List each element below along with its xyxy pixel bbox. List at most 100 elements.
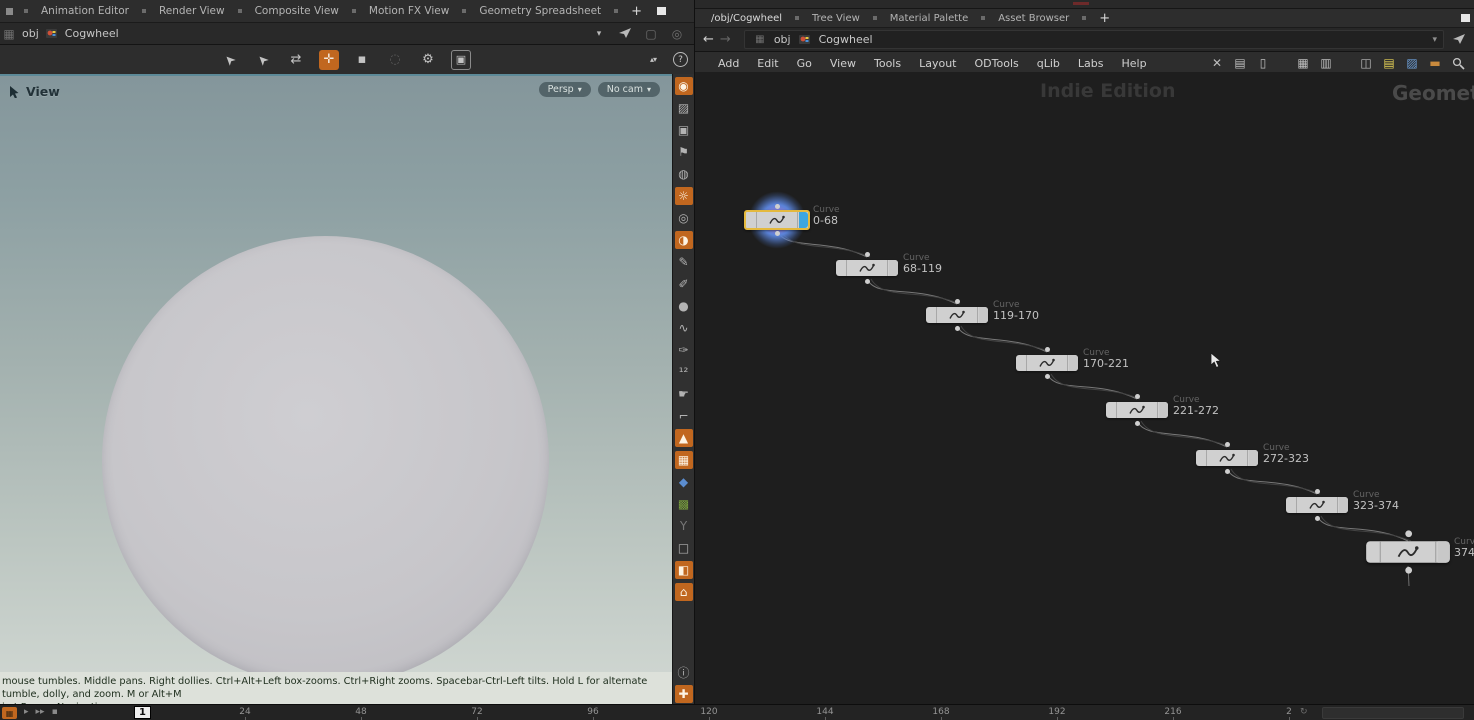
transport-icon[interactable]: ▪	[52, 707, 58, 717]
lock-camera-icon[interactable]: ▣	[675, 121, 693, 139]
tab-asset-browser[interactable]: Asset Browser	[990, 10, 1077, 27]
tab-motion-fx-view[interactable]: Motion FX View	[361, 2, 457, 20]
node-output-connector[interactable]	[775, 231, 780, 236]
render-flipbook-icon[interactable]: ⚙	[418, 50, 438, 70]
display-flag[interactable]	[799, 212, 808, 228]
search-icon[interactable]	[1450, 55, 1466, 71]
node-input-connector[interactable]	[865, 252, 870, 257]
render-view-icon[interactable]: ▣	[451, 50, 471, 70]
no-cam-badge[interactable]: No cam▾	[598, 82, 660, 97]
menu-add[interactable]: Add	[709, 55, 748, 72]
view-tool-icon[interactable]: ◉	[675, 77, 693, 95]
network-canvas[interactable]: Indie Edition Geometry Curve0-68 Curve68…	[695, 72, 1474, 704]
node-output-connector[interactable]	[1225, 469, 1230, 474]
timeline-bar[interactable]: ▦ ▸▸▸▪ 1 244872961201441681922162 ↻	[0, 704, 1474, 720]
pin-icon[interactable]	[616, 25, 634, 43]
light-icon[interactable]: ☼	[675, 187, 693, 205]
frame-icon[interactable]: □	[675, 539, 693, 557]
select-brush-icon[interactable]: ✐	[675, 275, 693, 293]
tab-animation-editor[interactable]: Animation Editor	[33, 2, 137, 20]
curve-node-170-221[interactable]	[1016, 355, 1078, 371]
back-arrow-icon[interactable]: ←	[703, 32, 714, 47]
new-tab-button[interactable]: +	[623, 4, 650, 19]
curve-node-272-323[interactable]	[1196, 450, 1258, 466]
persp-badge[interactable]: Persp▾	[539, 82, 591, 97]
menu-odtools[interactable]: ODTools	[966, 55, 1028, 72]
curve-node-0-68[interactable]	[744, 210, 810, 230]
pane-maximize-icon[interactable]	[657, 7, 666, 15]
box-display-icon[interactable]: ▪	[352, 50, 372, 70]
tab-obj-cogwheel[interactable]: /obj/Cogwheel	[703, 10, 790, 27]
hand-icon[interactable]: ☛	[675, 385, 693, 403]
select-loop-icon[interactable]: ✎	[675, 253, 693, 271]
display-flag[interactable]	[1438, 541, 1450, 563]
snapshot-camera-icon[interactable]: ▢	[642, 25, 660, 43]
node-input-connector[interactable]	[955, 299, 960, 304]
display-flag[interactable]	[1339, 497, 1348, 513]
tab-render-view[interactable]: Render View	[151, 2, 233, 20]
normals-icon[interactable]: ◆	[675, 473, 693, 491]
display-flag[interactable]	[1069, 355, 1078, 371]
display-flag[interactable]	[1159, 402, 1168, 418]
node-input-connector[interactable]	[1045, 347, 1050, 352]
breadcrumb-root[interactable]: obj	[774, 33, 791, 46]
points-display-icon[interactable]: ●	[675, 297, 693, 315]
timeline-menu-button[interactable]: ▦	[2, 707, 17, 719]
curve-display-icon[interactable]: ∿	[675, 319, 693, 337]
breadcrumb-node[interactable]: Cogwheel	[65, 27, 119, 40]
uv-checker-icon[interactable]: ▦	[675, 451, 693, 469]
menu-view[interactable]: View	[821, 55, 865, 72]
menu-edit[interactable]: Edit	[748, 55, 787, 72]
panes-icon[interactable]: ◫	[1358, 55, 1374, 71]
pane-maximize-icon[interactable]	[1461, 14, 1470, 22]
curve-node-374-425[interactable]	[1366, 541, 1450, 563]
pen-icon[interactable]: ✑	[675, 341, 693, 359]
display-flag[interactable]	[1249, 450, 1258, 466]
breadcrumb-root[interactable]: obj	[22, 27, 39, 40]
terrain-icon[interactable]: ▲	[675, 429, 693, 447]
sphere-geometry[interactable]	[102, 236, 549, 674]
transport-icon[interactable]: ▸	[24, 707, 29, 717]
grid-icon[interactable]: ▩	[675, 495, 693, 513]
path-dropdown-icon[interactable]: ▾	[590, 25, 608, 43]
transform-tool-icon[interactable]: ⇄	[286, 50, 306, 70]
shelf-basket-icon[interactable]: ▬	[1427, 55, 1443, 71]
menu-layout[interactable]: Layout	[910, 55, 965, 72]
node-input-connector[interactable]	[1135, 394, 1140, 399]
menu-labs[interactable]: Labs	[1069, 55, 1113, 72]
pane-menu-icon[interactable]	[6, 8, 13, 15]
lens-icon[interactable]: ◎	[668, 25, 686, 43]
takes-icon[interactable]: ▤	[1232, 55, 1248, 71]
shading-mode-icon[interactable]: ◑	[675, 231, 693, 249]
gallery-icon[interactable]: ▨	[1404, 55, 1420, 71]
breadcrumb-node[interactable]: Cogwheel	[819, 33, 873, 46]
add-grid-icon[interactable]: ✚	[675, 685, 693, 703]
select-tool-icon[interactable]: ➤	[216, 45, 244, 73]
tab-composite-view[interactable]: Composite View	[247, 2, 347, 20]
menu-go[interactable]: Go	[788, 55, 821, 72]
tab-material-palette[interactable]: Material Palette	[882, 10, 976, 27]
pin-view-icon[interactable]: ⚑	[675, 143, 693, 161]
node-input-connector[interactable]	[1405, 530, 1412, 537]
curve-node-323-374[interactable]	[1286, 497, 1348, 513]
point-numbers-icon[interactable]: ¹²	[675, 363, 693, 381]
timeline-right-button[interactable]	[1322, 707, 1464, 719]
node-output-connector[interactable]	[1135, 421, 1140, 426]
timeline-refresh-icon[interactable]: ↻	[1300, 707, 1308, 717]
lamp-icon[interactable]: ⌂	[675, 583, 693, 601]
translate-tool-icon[interactable]: ➤	[249, 45, 277, 73]
sticky-note-icon[interactable]: ▤	[1381, 55, 1397, 71]
info-icon[interactable]: ⓘ	[675, 663, 693, 681]
snapshot-icon[interactable]: ◧	[675, 561, 693, 579]
curve-node-119-170[interactable]	[926, 307, 988, 323]
node-output-connector[interactable]	[1315, 516, 1320, 521]
display-flag[interactable]	[979, 307, 988, 323]
menu-help[interactable]: Help	[1112, 55, 1155, 72]
current-frame-field[interactable]: 1	[134, 706, 151, 719]
camera-icon[interactable]: ◎	[675, 209, 693, 227]
curve-node-68-119[interactable]	[836, 260, 898, 276]
axis-icon[interactable]: Y	[675, 517, 693, 535]
node-output-connector[interactable]	[1405, 567, 1412, 574]
layout-grid-icon[interactable]: ▦	[1295, 55, 1311, 71]
forward-arrow-icon[interactable]: →	[720, 32, 731, 47]
